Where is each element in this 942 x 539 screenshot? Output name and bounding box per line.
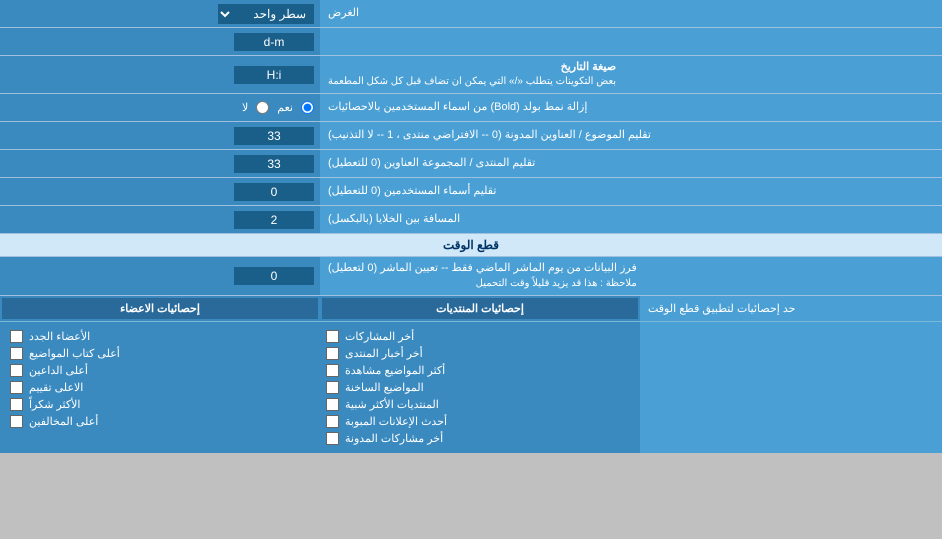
stat-checkbox-blog-posts[interactable] bbox=[326, 432, 339, 445]
stats-col2: الأعضاء الجدد أعلى كتاب المواضيع أعلى ال… bbox=[4, 326, 320, 449]
time-format-label: صيغة التاريخ بعض التكوينات يتطلب «/» الت… bbox=[320, 56, 942, 93]
stat-checkbox-top-rated[interactable] bbox=[10, 381, 23, 394]
stats-section: حد إحصائيات لتطبيق قطع الوقت إحصائيات ال… bbox=[0, 296, 942, 453]
realtime-data-row: فرز البيانات من يوم الماشر الماضي فقط --… bbox=[0, 257, 942, 295]
bold-label: إزالة نمط بولد (Bold) من اسماء المستخدمي… bbox=[320, 94, 942, 121]
stat-checkbox-popular-forums[interactable] bbox=[326, 398, 339, 411]
gharad-label: الغرض bbox=[320, 0, 942, 27]
stats-col1: أخر المشاركات أخر أخبار المنتدى أكثر الم… bbox=[320, 326, 636, 449]
stat-item-last-posts: أخر المشاركات bbox=[322, 328, 634, 345]
stat-checkbox-new-members[interactable] bbox=[10, 330, 23, 343]
usernames-trim-row: تقليم أسماء المستخدمين (0 للتعطيل) bbox=[0, 178, 942, 206]
usernames-trim-label: تقليم أسماء المستخدمين (0 للتعطيل) bbox=[320, 178, 942, 205]
stat-item-blog-posts: أخر مشاركات المدونة bbox=[322, 430, 634, 447]
cell-spacing-label: المسافة بين الخلايا (بالبكسل) bbox=[320, 206, 942, 233]
stat-item-hot-topics: المواضيع الساخنة bbox=[322, 379, 634, 396]
stat-item-top-violators: أعلى المخالفين bbox=[6, 413, 318, 430]
stat-checkbox-hot-topics[interactable] bbox=[326, 381, 339, 394]
stat-item-most-viewed: أكثر المواضيع مشاهدة bbox=[322, 362, 634, 379]
stat-checkbox-top-inviters[interactable] bbox=[10, 364, 23, 377]
realtime-section-header: قطع الوقت bbox=[0, 234, 942, 257]
stat-checkbox-top-violators[interactable] bbox=[10, 415, 23, 428]
topics-trim-row: تقليم الموضوع / العناوين المدونة (0 -- ا… bbox=[0, 122, 942, 150]
bold-input-cell: لا نعم bbox=[0, 94, 320, 121]
stat-item-new-members: الأعضاء الجدد bbox=[6, 328, 318, 345]
stats-items-grid: أخر المشاركات أخر أخبار المنتدى أكثر الم… bbox=[0, 322, 942, 453]
col2-header: إحصائيات الاعضاء bbox=[2, 298, 318, 319]
gharad-row: الغرض سطر واحد متعدد الأسطر bbox=[0, 0, 942, 28]
stat-checkbox-most-viewed[interactable] bbox=[326, 364, 339, 377]
time-format-row: صيغة التاريخ بعض التكوينات يتطلب «/» الت… bbox=[0, 56, 942, 94]
forum-group-trim-input[interactable] bbox=[234, 155, 314, 173]
realtime-data-input-cell bbox=[0, 257, 320, 294]
stat-checkbox-most-thankful[interactable] bbox=[10, 398, 23, 411]
bold-row: إزالة نمط بولد (Bold) من اسماء المستخدمي… bbox=[0, 94, 942, 122]
bold-radio-yes[interactable] bbox=[301, 101, 314, 114]
topics-trim-label: تقليم الموضوع / العناوين المدونة (0 -- ا… bbox=[320, 122, 942, 149]
forum-group-trim-row: تقليم المنتدى / المجموعة العناوين (0 للت… bbox=[0, 150, 942, 178]
stat-item-latest-ads: أحدث الإعلانات المبوبة bbox=[322, 413, 634, 430]
cell-spacing-input-cell bbox=[0, 206, 320, 233]
forum-group-trim-label: تقليم المنتدى / المجموعة العناوين (0 للت… bbox=[320, 150, 942, 177]
stat-checkbox-forum-news[interactable] bbox=[326, 347, 339, 360]
stats-limit-label: حد إحصائيات لتطبيق قطع الوقت bbox=[640, 296, 942, 321]
stat-item-most-thankful: الأكثر شكراً bbox=[6, 396, 318, 413]
date-format-input[interactable] bbox=[234, 33, 314, 51]
stat-item-forum-news: أخر أخبار المنتدى bbox=[322, 345, 634, 362]
col1-header: إحصائيات المنتديات bbox=[322, 298, 638, 319]
realtime-data-input[interactable] bbox=[234, 267, 314, 285]
time-format-input-cell bbox=[0, 56, 320, 93]
stat-checkbox-last-posts[interactable] bbox=[326, 330, 339, 343]
topics-trim-input-cell bbox=[0, 122, 320, 149]
stat-checkbox-top-writers[interactable] bbox=[10, 347, 23, 360]
gharad-select[interactable]: سطر واحد متعدد الأسطر bbox=[218, 4, 314, 24]
cell-spacing-input[interactable] bbox=[234, 211, 314, 229]
realtime-data-label: فرز البيانات من يوم الماشر الماضي فقط --… bbox=[320, 257, 942, 294]
date-format-row bbox=[0, 28, 942, 56]
cell-spacing-row: المسافة بين الخلايا (بالبكسل) bbox=[0, 206, 942, 234]
topics-trim-input[interactable] bbox=[234, 127, 314, 145]
stat-item-popular-forums: المنتديات الأكثر شبية bbox=[322, 396, 634, 413]
stat-item-top-inviters: أعلى الداعين bbox=[6, 362, 318, 379]
stat-checkbox-latest-ads[interactable] bbox=[326, 415, 339, 428]
bold-radio-no[interactable] bbox=[256, 101, 269, 114]
date-format-input-cell bbox=[0, 28, 320, 55]
stats-checkboxes-area: أخر المشاركات أخر أخبار المنتدى أكثر الم… bbox=[0, 322, 640, 453]
gharad-input-cell: سطر واحد متعدد الأسطر bbox=[0, 0, 320, 27]
stats-cols-area: إحصائيات المنتديات إحصائيات الاعضاء bbox=[0, 296, 640, 321]
stats-left-spacer bbox=[640, 322, 942, 453]
date-format-label bbox=[320, 28, 942, 55]
forum-group-trim-input-cell bbox=[0, 150, 320, 177]
stat-item-top-writers: أعلى كتاب المواضيع bbox=[6, 345, 318, 362]
stat-item-top-rated: الاعلى تقييم bbox=[6, 379, 318, 396]
time-format-input[interactable] bbox=[234, 66, 314, 84]
bold-radio-group: لا نعم bbox=[242, 101, 314, 114]
stats-limit-row: حد إحصائيات لتطبيق قطع الوقت إحصائيات ال… bbox=[0, 296, 942, 322]
usernames-trim-input[interactable] bbox=[234, 183, 314, 201]
usernames-trim-input-cell bbox=[0, 178, 320, 205]
